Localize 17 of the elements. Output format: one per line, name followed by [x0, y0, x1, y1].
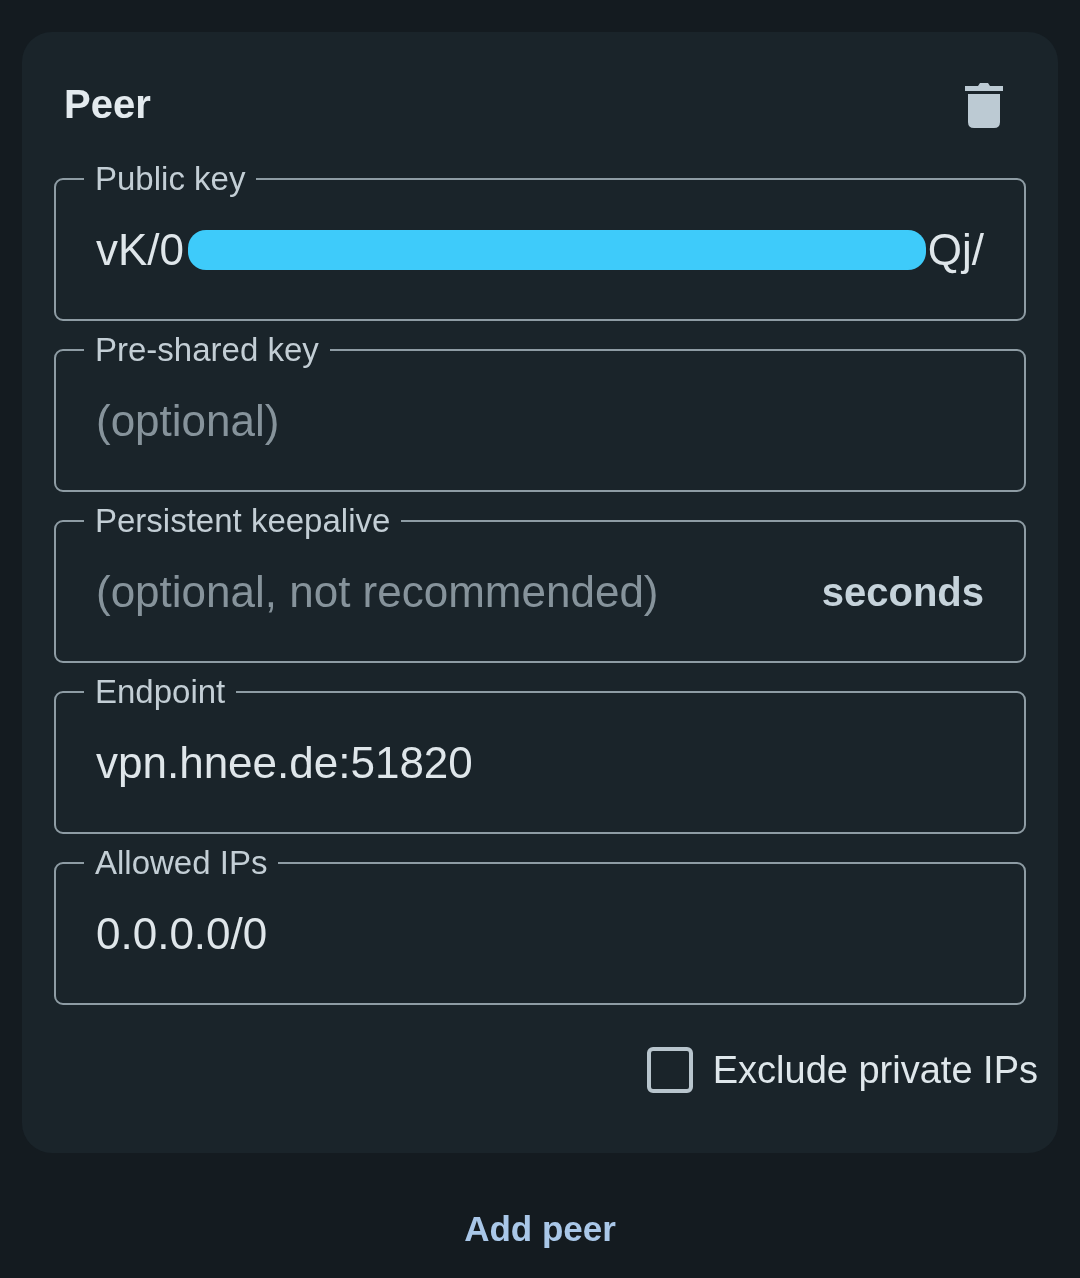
trash-icon [965, 80, 1003, 128]
card-title: Peer [64, 81, 151, 128]
checkbox[interactable] [646, 1047, 693, 1093]
field-label: Endpoint [94, 673, 227, 711]
add-peer-button[interactable]: Add peer [440, 1197, 640, 1261]
text-input[interactable]: vpn.hnee.de:51820 [96, 733, 984, 793]
field-value[interactable]: vK/0 [96, 220, 185, 280]
text-input[interactable]: (optional, not recommended) [96, 562, 822, 622]
field-label: Persistent keepalive [94, 502, 392, 540]
field-value[interactable]: Qj/ [927, 220, 984, 280]
field-label: Pre-shared key [94, 331, 320, 369]
unit-suffix: seconds [821, 569, 984, 615]
field-label: Public key [94, 160, 247, 198]
checkbox-label[interactable]: Exclude private IPs [712, 1047, 1038, 1093]
field-label: Allowed IPs [94, 844, 269, 882]
text-input[interactable]: 0.0.0.0/0 [96, 904, 984, 964]
text-input[interactable]: (optional) [96, 391, 984, 451]
